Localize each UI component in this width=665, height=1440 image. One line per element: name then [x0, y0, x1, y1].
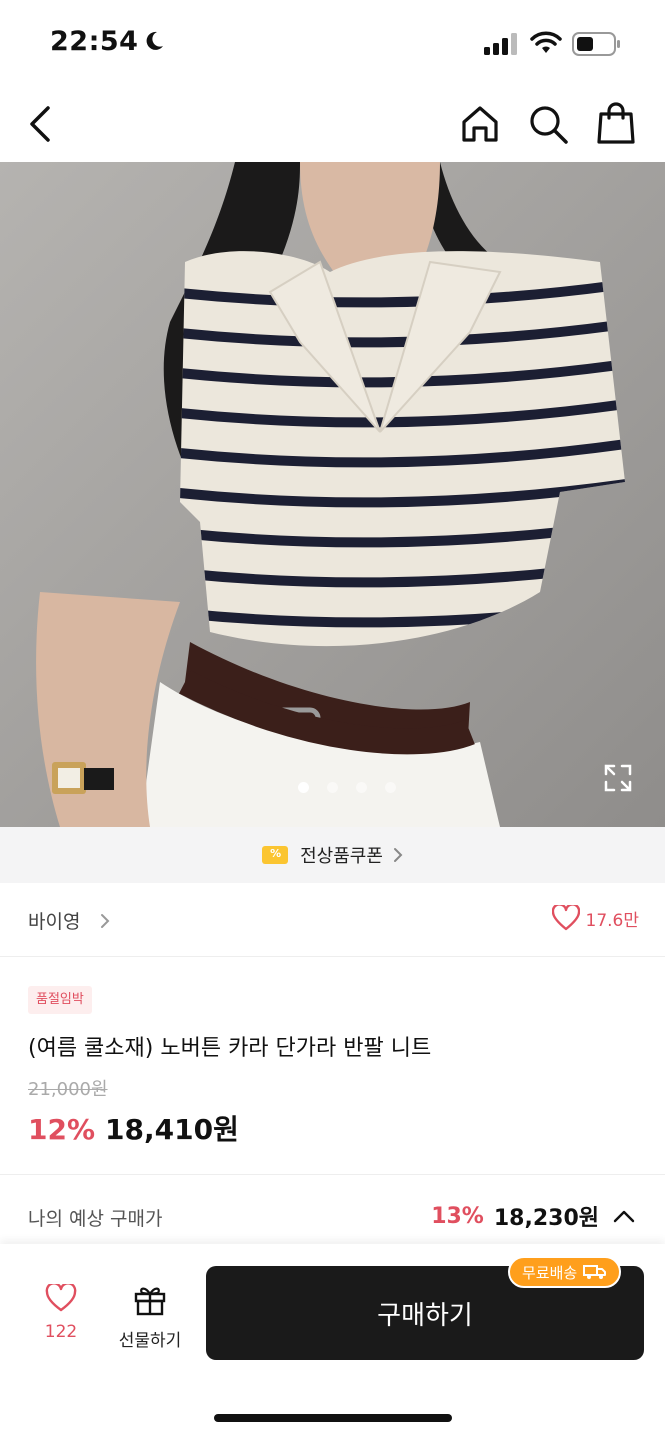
product-title: (여름 쿨소재) 노버튼 카라 단가라 반팔 니트	[28, 1036, 432, 1061]
product-image-carousel[interactable]	[0, 162, 665, 827]
wishlist-button[interactable]: 122	[30, 1282, 92, 1342]
brand-like-button[interactable]: 17.6만	[551, 905, 640, 931]
chevron-right-icon	[393, 848, 403, 862]
shopping-bag-icon[interactable]	[594, 100, 638, 146]
sale-price: 18,410원	[105, 1113, 239, 1146]
heart-icon	[45, 1282, 77, 1312]
divider	[0, 1174, 665, 1175]
gift-label: 선물하기	[118, 1331, 182, 1351]
gift-icon	[134, 1287, 166, 1316]
moon-icon	[146, 31, 163, 50]
back-icon[interactable]	[24, 102, 60, 146]
carousel-dot[interactable]	[385, 782, 396, 793]
original-price: 21,000원	[28, 1079, 108, 1100]
truck-icon	[583, 1265, 607, 1279]
status-time: 22:54	[50, 26, 139, 57]
heart-icon	[551, 905, 580, 931]
free-shipping-label: 무료배송	[522, 1263, 578, 1282]
carousel-dots	[298, 782, 396, 793]
brand-row: 바이영 17.6만	[0, 883, 665, 957]
price-row: 12% 18,410원	[28, 1108, 239, 1148]
expected-price-value: 13% 18,230원	[431, 1200, 635, 1232]
chevron-up-icon[interactable]	[613, 1209, 635, 1223]
coupon-banner[interactable]: % 전상품쿠폰	[0, 827, 665, 883]
signal-icon	[484, 33, 517, 55]
wifi-icon	[530, 31, 562, 53]
expected-discount: 13%	[431, 1203, 484, 1229]
expected-price-label: 나의 예상 구매가	[28, 1208, 163, 1230]
expand-icon[interactable]	[602, 762, 634, 794]
coupon-icon: %	[262, 846, 289, 864]
expected-price: 18,230원	[493, 1206, 599, 1231]
wishlist-count: 122	[44, 1322, 78, 1342]
coupon-label: 전상품쿠폰	[300, 846, 383, 867]
carousel-dot[interactable]	[356, 782, 367, 793]
home-indicator	[214, 1414, 452, 1422]
carousel-dot[interactable]	[298, 782, 309, 793]
free-shipping-badge: 무료배송	[508, 1256, 622, 1288]
top-nav	[0, 90, 665, 162]
bottom-action-bar: 122 선물하기 구매하기 무료배송	[0, 1244, 665, 1440]
status-bar: 22:54	[0, 0, 665, 90]
search-icon[interactable]	[526, 102, 570, 146]
expected-price-row[interactable]: 나의 예상 구매가 13% 18,230원	[0, 1194, 665, 1244]
brand-likes-count: 17.6만	[585, 910, 640, 931]
discount-rate: 12%	[28, 1113, 96, 1146]
product-photo	[0, 162, 665, 827]
gift-button[interactable]: 선물하기	[110, 1284, 190, 1351]
carousel-dot[interactable]	[327, 782, 338, 793]
status-badge: 품절임박	[28, 986, 92, 1014]
brand-name-link[interactable]: 바이영	[28, 907, 80, 934]
coupon-icon-glyph: %	[270, 847, 282, 860]
home-icon[interactable]	[458, 102, 502, 146]
chevron-right-icon	[101, 914, 110, 928]
battery-icon	[572, 32, 620, 56]
